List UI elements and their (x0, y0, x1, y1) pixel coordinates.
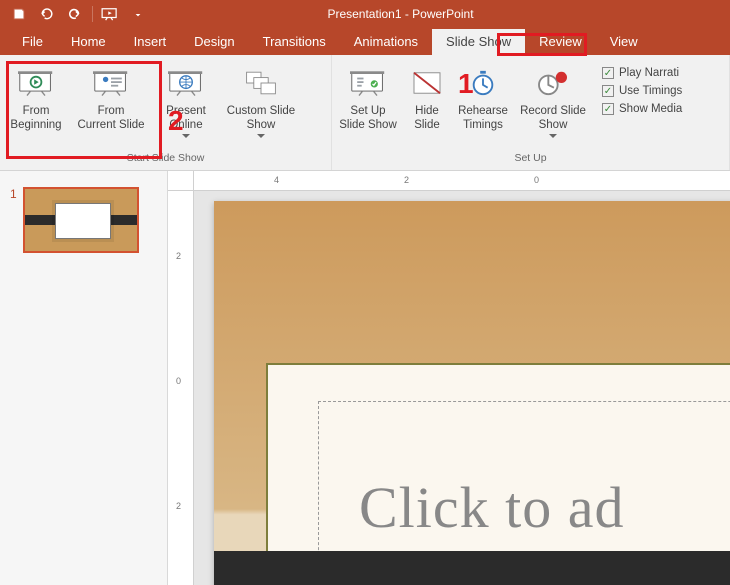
show-media-checkbox[interactable]: ✓ Show Media (602, 103, 682, 115)
present-online-label: PresentOnline (166, 104, 206, 133)
play-narrations-checkbox[interactable]: ✓ Play Narrati (602, 67, 682, 79)
slideshow-from-start-button[interactable] (97, 1, 123, 27)
tab-file[interactable]: File (8, 29, 57, 55)
tab-transitions[interactable]: Transitions (249, 29, 340, 55)
presentation-icon (101, 7, 119, 21)
chevron-down-icon (134, 10, 142, 18)
qat-customize-button[interactable] (125, 1, 151, 27)
custom-slide-show-label: Custom SlideShow (227, 104, 295, 133)
set-up-slide-show-label: Set UpSlide Show (339, 104, 397, 133)
checkbox-icon: ✓ (602, 103, 614, 115)
chevron-down-icon (257, 134, 265, 139)
qat-separator (92, 6, 93, 22)
save-button[interactable] (6, 1, 32, 27)
ruler-tick: 0 (176, 376, 181, 386)
from-current-slide-label: FromCurrent Slide (77, 104, 144, 133)
slide-thumbnail-item[interactable]: 1 (10, 187, 157, 253)
horizontal-ruler[interactable]: 4 2 0 (194, 171, 730, 191)
slide-number: 1 (10, 187, 17, 253)
hide-slide-button[interactable]: HideSlide (402, 59, 452, 149)
redo-button[interactable] (62, 1, 88, 27)
hide-slide-icon (409, 65, 445, 101)
slide-editor: 4 2 0 2 0 2 Click to ad (168, 171, 730, 585)
thumbnail-preview (55, 203, 111, 239)
rehearse-timings-button[interactable]: RehearseTimings (452, 59, 514, 149)
ruler-tick: 2 (176, 501, 181, 511)
ruler-tick: 4 (274, 175, 279, 185)
group-start-slide-show: FromBeginning FromCurrent Slide PresentO… (0, 55, 332, 170)
checkbox-icon: ✓ (602, 85, 614, 97)
quick-access-toolbar (0, 0, 151, 28)
tab-slide-show[interactable]: Slide Show (432, 29, 525, 55)
slide-thumbnail[interactable] (23, 187, 139, 253)
show-media-label: Show Media (619, 103, 682, 115)
workspace: 1 4 2 0 2 0 2 Click to ad (0, 171, 730, 585)
from-beginning-label: FromBeginning (10, 104, 61, 133)
vertical-ruler[interactable]: 2 0 2 (168, 191, 194, 585)
hide-slide-label: HideSlide (414, 104, 440, 133)
group-set-up-label: Set Up (334, 152, 727, 170)
tab-home[interactable]: Home (57, 29, 120, 55)
title-bar: Presentation1 - PowerPoint (0, 0, 730, 28)
ruler-tick: 0 (534, 175, 539, 185)
tab-review[interactable]: Review (525, 29, 596, 55)
from-current-slide-button[interactable]: FromCurrent Slide (70, 59, 152, 149)
chevron-down-icon (549, 134, 557, 139)
from-beginning-icon (18, 65, 54, 101)
chevron-down-icon (182, 134, 190, 139)
rehearse-timings-label: RehearseTimings (458, 104, 508, 133)
use-timings-checkbox[interactable]: ✓ Use Timings (602, 85, 682, 97)
slide-canvas[interactable]: Click to ad (194, 191, 730, 585)
tab-insert[interactable]: Insert (120, 29, 181, 55)
group-set-up: Set UpSlide Show HideSlide RehearseTimin… (332, 55, 730, 170)
slide-content-frame: Click to ad (266, 363, 730, 585)
present-online-icon (168, 65, 204, 101)
custom-slide-show-button[interactable]: Custom SlideShow (220, 59, 302, 149)
group-start-label: Start Slide Show (2, 152, 329, 170)
present-online-button[interactable]: PresentOnline (152, 59, 220, 149)
redo-icon (68, 7, 82, 21)
from-current-slide-icon (93, 65, 129, 101)
from-beginning-button[interactable]: FromBeginning (2, 59, 70, 149)
tab-animations[interactable]: Animations (340, 29, 432, 55)
record-slide-show-icon (535, 65, 571, 101)
record-slide-show-label: Record SlideShow (520, 104, 586, 133)
save-icon (12, 7, 26, 21)
undo-button[interactable] (34, 1, 60, 27)
record-slide-show-button[interactable]: Record SlideShow (514, 59, 592, 149)
slide-thumbnail-panel: 1 (0, 171, 168, 585)
title-placeholder[interactable]: Click to ad (318, 401, 730, 585)
checkbox-icon: ✓ (602, 67, 614, 79)
ruler-tick: 2 (176, 251, 181, 261)
tab-view[interactable]: View (596, 29, 652, 55)
set-up-slide-show-icon (350, 65, 386, 101)
window-title: Presentation1 - PowerPoint (151, 7, 730, 21)
title-placeholder-text: Click to ad (359, 474, 625, 541)
set-up-options: ✓ Play Narrati ✓ Use Timings ✓ Show Media (592, 59, 688, 115)
slide[interactable]: Click to ad (214, 201, 730, 585)
undo-icon (39, 7, 55, 21)
ruler-corner (168, 171, 194, 191)
ruler-tick: 2 (404, 175, 409, 185)
rehearse-timings-icon (465, 65, 501, 101)
ribbon-tabs: File Home Insert Design Transitions Anim… (0, 28, 730, 55)
use-timings-label: Use Timings (619, 85, 682, 97)
ribbon: FromBeginning FromCurrent Slide PresentO… (0, 55, 730, 171)
custom-slide-show-icon (243, 65, 279, 101)
tab-design[interactable]: Design (180, 29, 248, 55)
play-narrations-label: Play Narrati (619, 67, 679, 79)
set-up-slide-show-button[interactable]: Set UpSlide Show (334, 59, 402, 149)
